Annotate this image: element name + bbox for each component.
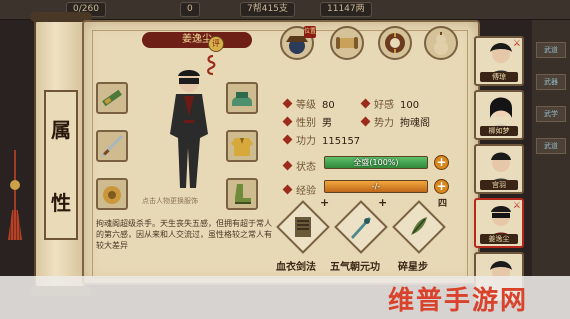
roster-name: 柳如梦 xyxy=(480,126,518,136)
favor-value: 100 xyxy=(400,100,420,111)
stat-counter: 0 xyxy=(180,2,200,17)
equip-slot-pendant[interactable] xyxy=(96,178,128,210)
faction-label: 势力 xyxy=(374,118,394,129)
skill-shattering-step[interactable] xyxy=(392,200,446,254)
equip-slot-boots[interactable] xyxy=(226,178,258,210)
tassel-decoration xyxy=(8,150,22,240)
stat-counter: 11147两 xyxy=(320,2,372,17)
character-portrait[interactable] xyxy=(154,60,224,200)
sword-mark-icon: ⚔ xyxy=(512,39,521,49)
rank-badge: 评 xyxy=(208,36,224,52)
equip-slot-blade[interactable] xyxy=(96,130,128,162)
diamond-icon xyxy=(282,98,293,109)
skill-blood-sword[interactable] xyxy=(276,200,330,254)
left-scroll: 属 性 xyxy=(30,12,92,296)
favor-label: 好感 xyxy=(374,100,394,111)
equip-slot-helm[interactable] xyxy=(226,82,258,114)
exp-label: 经验 xyxy=(296,186,316,197)
level-value: 80 xyxy=(322,100,335,111)
skill-label: 碎星步 xyxy=(398,262,428,273)
character-description: 拘魂阁超级杀手。天生丧失五感，但拥有超于常人的第六感，因从来和人交流过，虽性格较… xyxy=(96,219,272,250)
exp-text: -/- xyxy=(371,182,381,191)
roster-name: 宫羽 xyxy=(480,180,518,190)
status-label: 状态 xyxy=(296,162,316,173)
site-watermark: 维普手游网 xyxy=(388,286,529,316)
diamond-icon xyxy=(360,116,371,127)
roster-name: 傅琼 xyxy=(480,72,518,82)
skill-label: 五气朝元功 xyxy=(330,262,380,273)
status-text: 全盛(100%) xyxy=(353,158,399,167)
level-label: 等级 xyxy=(296,100,316,111)
status-plus-button[interactable]: + xyxy=(434,155,449,170)
exp-plus-button[interactable]: + xyxy=(434,179,449,194)
roster-card[interactable]: 柳如梦 xyxy=(474,90,524,140)
diamond-icon xyxy=(282,116,293,127)
power-value: 115157 xyxy=(322,136,361,147)
scroll-icon[interactable] xyxy=(330,26,364,60)
roster-card-selected[interactable]: ⚔ 姜逸尘 xyxy=(474,198,524,248)
tab-char: 属 xyxy=(51,118,71,142)
hat-icon[interactable]: 位置 xyxy=(280,26,316,60)
sword-mark-icon: ⚔ xyxy=(512,201,521,211)
power-label: 功力 xyxy=(296,136,316,147)
character-name: 姜逸尘 xyxy=(142,32,252,48)
equip-slot-weapon[interactable] xyxy=(96,82,128,114)
tab-char: 性 xyxy=(51,191,71,215)
side-tab[interactable]: 武道 xyxy=(536,42,566,58)
equip-slot-armor[interactable] xyxy=(226,130,258,162)
diamond-icon xyxy=(282,184,293,195)
diamond-icon xyxy=(282,160,293,171)
gender-label: 性别 xyxy=(296,118,316,129)
side-tab[interactable]: 武道 xyxy=(536,138,566,154)
side-tab[interactable]: 武器 xyxy=(536,74,566,90)
character-panel: 姜逸尘 评 点击人物更换服饰 拘魂阁超级杀手。天生丧失五感，但拥有超于常人的第六… xyxy=(82,20,480,285)
diamond-icon xyxy=(282,134,293,145)
gourd-icon[interactable] xyxy=(424,26,458,60)
roster-card[interactable]: 宫羽 xyxy=(474,144,524,194)
character-roster: ⚔ 傅琼 柳如梦 宫羽 ⚔ 姜逸尘 xyxy=(474,24,530,302)
exp-bar: -/- xyxy=(324,180,428,193)
gender-value: 男 xyxy=(322,118,332,129)
tab-attributes[interactable]: 属 性 xyxy=(44,90,78,240)
side-tab[interactable]: 武学 xyxy=(536,106,566,122)
faction-value: 拘魂阁 xyxy=(400,118,430,129)
skill-label: 血衣剑法 xyxy=(276,262,316,273)
side-tabs: 武道 武器 武学 武道 xyxy=(532,20,570,280)
roster-card[interactable]: ⚔ 傅琼 xyxy=(474,36,524,86)
diamond-icon xyxy=(360,98,371,109)
stat-counter: 7帮415支 xyxy=(240,2,295,17)
coin-icon[interactable] xyxy=(378,26,412,60)
skill-five-qi[interactable] xyxy=(334,200,388,254)
status-bar: 全盛(100%) xyxy=(324,156,428,169)
position-tag: 位置 xyxy=(304,26,316,38)
roster-name: 姜逸尘 xyxy=(480,234,518,244)
figure-caption: 点击人物更换服饰 xyxy=(142,197,198,205)
